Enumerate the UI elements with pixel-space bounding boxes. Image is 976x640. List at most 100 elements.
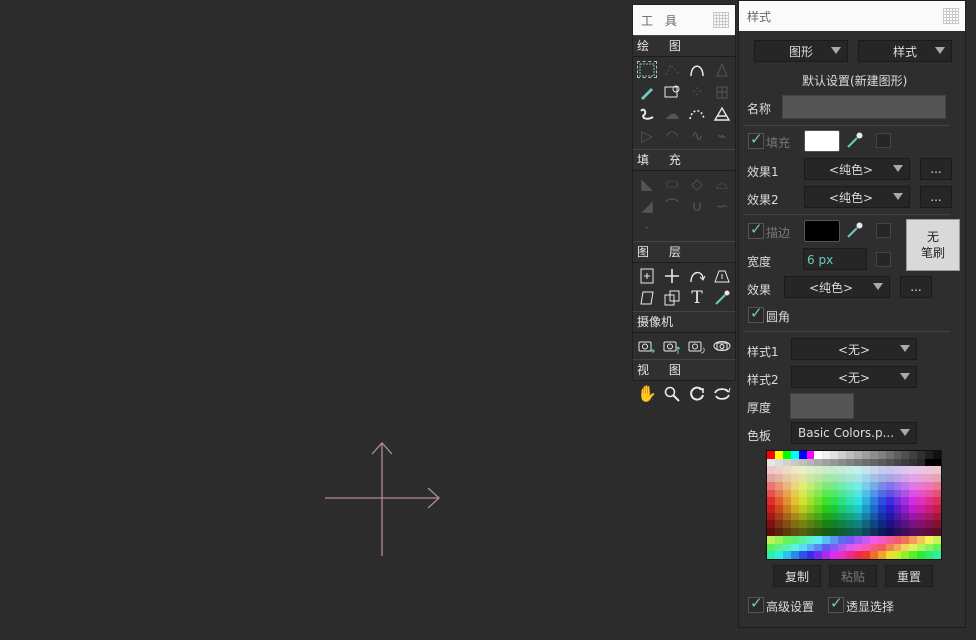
palette-swatch[interactable]: [933, 520, 941, 529]
palette-swatch[interactable]: [861, 512, 870, 521]
palette-swatch[interactable]: [790, 458, 799, 467]
palette-swatch[interactable]: [830, 481, 839, 490]
palette-swatch[interactable]: [798, 543, 807, 552]
ribbon-icon[interactable]: ⌓: [710, 173, 734, 194]
palette-swatch[interactable]: [877, 466, 886, 475]
advanced-checkbox[interactable]: ✓: [748, 594, 764, 613]
camera-reset-icon[interactable]: [710, 335, 734, 356]
palette-swatch[interactable]: [806, 474, 815, 482]
palette-swatch[interactable]: [925, 474, 934, 482]
palette-swatch[interactable]: [861, 451, 870, 459]
palette-swatch[interactable]: [798, 466, 807, 475]
palette-swatch[interactable]: [885, 451, 894, 459]
palette-swatch[interactable]: [885, 489, 894, 498]
delete-layer-icon[interactable]: [710, 265, 734, 286]
shape-dropdown[interactable]: 图形: [754, 40, 848, 62]
palette-swatch[interactable]: [933, 481, 941, 490]
palette-swatch[interactable]: [917, 543, 926, 552]
palette-swatch[interactable]: [869, 520, 878, 529]
half-circle-icon[interactable]: ◠: [660, 125, 684, 146]
stroke-checkbox[interactable]: ✓: [748, 220, 764, 239]
palette-swatch[interactable]: [861, 535, 870, 544]
skew-layer-icon[interactable]: [635, 287, 659, 308]
palette-swatch[interactable]: [917, 497, 926, 505]
panel-grip-icon[interactable]: [713, 12, 729, 28]
palette-swatch[interactable]: [877, 535, 886, 544]
palette-swatch[interactable]: [909, 505, 918, 513]
palette-swatch[interactable]: [854, 489, 862, 498]
dotted-arc-icon[interactable]: [685, 103, 709, 124]
scatter-icon[interactable]: ⁘: [685, 81, 709, 102]
palette-swatch[interactable]: [767, 489, 775, 498]
palette-swatch[interactable]: [893, 543, 902, 552]
palette-swatch[interactable]: [869, 474, 878, 482]
width-extra-checkbox[interactable]: [876, 252, 891, 267]
palette-swatch[interactable]: [933, 466, 941, 475]
palette-swatch[interactable]: [885, 466, 894, 475]
palette-swatch[interactable]: [806, 551, 815, 559]
palette-swatch[interactable]: [806, 505, 815, 513]
palette-swatch[interactable]: [893, 505, 902, 513]
diamond-icon[interactable]: ◇: [685, 173, 709, 194]
effect1-dropdown[interactable]: <纯色>: [804, 158, 910, 180]
palette-swatch[interactable]: [933, 505, 941, 513]
palette-swatch[interactable]: [933, 474, 941, 482]
palette-swatch[interactable]: [877, 528, 886, 536]
image-shape-icon[interactable]: [660, 81, 684, 102]
palette-swatch[interactable]: [814, 451, 823, 459]
palette-swatch[interactable]: [814, 489, 823, 498]
palette-swatch[interactable]: [917, 481, 926, 490]
palette-swatch[interactable]: [846, 551, 854, 559]
arc-icon[interactable]: [685, 59, 709, 80]
bucket-outline-icon[interactable]: [710, 59, 734, 80]
palette-swatch[interactable]: [790, 520, 799, 529]
palette-swatch[interactable]: [767, 458, 775, 467]
palette-swatch[interactable]: [846, 451, 854, 459]
no-brush-button[interactable]: 无 笔刷: [906, 219, 960, 271]
palette-swatch[interactable]: [822, 512, 831, 521]
palette-swatch[interactable]: [790, 489, 799, 498]
stroke-color-swatch[interactable]: [804, 220, 840, 242]
palette-swatch[interactable]: [861, 489, 870, 498]
palette-swatch[interactable]: [790, 543, 799, 552]
plus-icon[interactable]: [660, 265, 684, 286]
thickness-input[interactable]: [790, 393, 854, 419]
palette-swatch[interactable]: [861, 505, 870, 513]
palette-swatch[interactable]: [877, 481, 886, 490]
palette-swatch[interactable]: [814, 481, 823, 490]
palette-swatch[interactable]: [877, 458, 886, 467]
palette-swatch[interactable]: [917, 505, 926, 513]
palette-swatch[interactable]: [798, 535, 807, 544]
palette-swatch[interactable]: [822, 458, 831, 467]
palette-swatch[interactable]: [877, 520, 886, 529]
palette-swatch[interactable]: [885, 520, 894, 529]
palette-swatch[interactable]: [782, 489, 791, 498]
palette-swatch[interactable]: [901, 543, 910, 552]
palette-swatch[interactable]: [838, 528, 847, 536]
palette-swatch[interactable]: [767, 535, 775, 544]
palette-swatch[interactable]: [925, 520, 934, 529]
palette-swatch[interactable]: [917, 551, 926, 559]
palette-swatch[interactable]: [861, 543, 870, 552]
palette-swatch[interactable]: [830, 543, 839, 552]
palette-swatch[interactable]: [838, 512, 847, 521]
palette-swatch[interactable]: [846, 481, 854, 490]
effect-more-button[interactable]: ...: [900, 276, 932, 298]
palette-swatch[interactable]: [861, 497, 870, 505]
effect2-more-button[interactable]: ...: [920, 186, 952, 208]
palette-swatch[interactable]: [901, 512, 910, 521]
palette-swatch[interactable]: [774, 543, 783, 552]
palette-swatch[interactable]: [774, 466, 783, 475]
palette-swatch[interactable]: [830, 528, 839, 536]
color-palette-grid[interactable]: [766, 450, 942, 560]
palette-swatch[interactable]: [767, 551, 775, 559]
style-dropdown[interactable]: 样式: [858, 40, 952, 62]
refresh-icon[interactable]: [685, 383, 709, 404]
palette-swatch[interactable]: [854, 474, 862, 482]
palette-swatch[interactable]: [846, 543, 854, 552]
palette-swatch[interactable]: [885, 551, 894, 559]
palette-swatch[interactable]: [933, 497, 941, 505]
paste-button[interactable]: 粘贴: [829, 565, 877, 587]
palette-swatch[interactable]: [925, 497, 934, 505]
palette-swatch[interactable]: [767, 474, 775, 482]
